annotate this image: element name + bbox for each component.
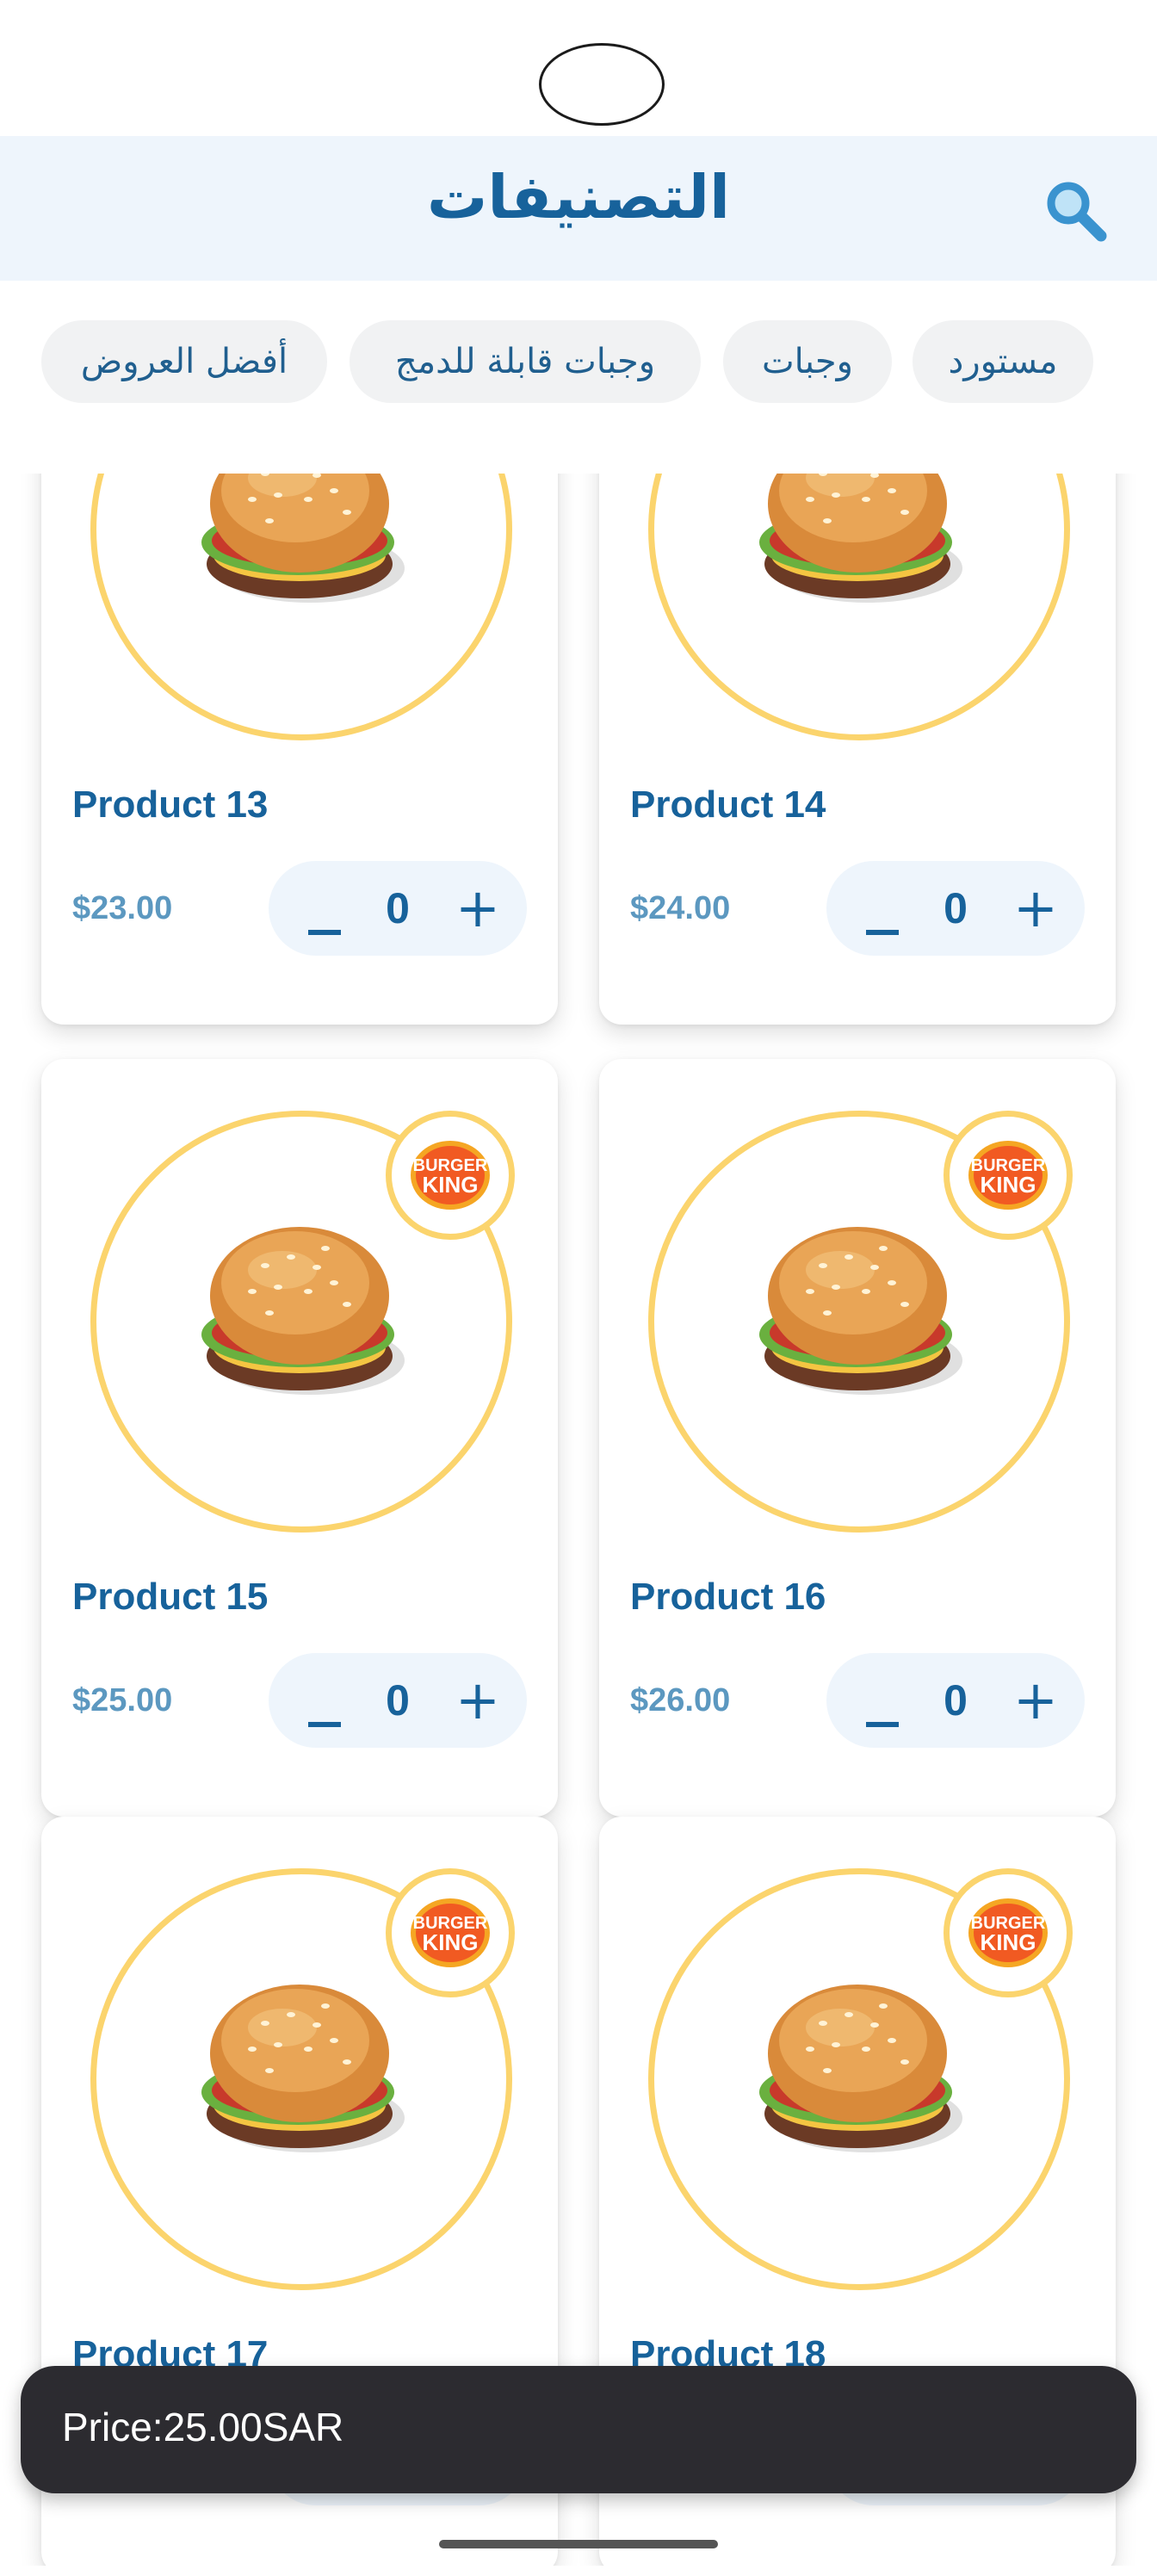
product-card[interactable]: Product 14 $24.00 0 + [599, 474, 1116, 1025]
snackbar-text: Price:25.00SAR [62, 2405, 344, 2449]
quantity-value: 0 [386, 1676, 410, 1725]
chip-imported[interactable]: مستورد [913, 320, 1093, 403]
increase-button[interactable]: + [1004, 1669, 1067, 1732]
product-name: Product 13 [72, 783, 269, 826]
burger-image [201, 1227, 405, 1395]
quantity-stepper: 0 + [269, 1653, 527, 1748]
logo-text-line2: KING [981, 1929, 1036, 1955]
snackbar: Price:25.00SAR [21, 2366, 1136, 2493]
quantity-value: 0 [944, 1676, 968, 1725]
quantity-stepper: 0 + [269, 861, 527, 956]
logo-text-line2: KING [981, 1172, 1036, 1198]
burger-king-logo: BURGER KING [411, 1898, 490, 1967]
front-camera [539, 43, 665, 126]
product-card[interactable]: Product 13 $23.00 0 + [41, 474, 558, 1025]
logo-text-line2: KING [423, 1929, 479, 1955]
category-chips: مستورد وجبات وجبات قابلة للدمج أفضل العر… [0, 320, 1157, 406]
increase-button[interactable]: + [446, 876, 510, 940]
product-grid: Product 13 $23.00 0 + Product 14 $24.00 … [0, 474, 1157, 2566]
search-icon [1047, 182, 1107, 242]
minus-icon [866, 930, 899, 935]
burger-image [759, 1227, 962, 1395]
product-card[interactable]: BURGER KING Product 15 $25.00 0 + [41, 1059, 558, 1817]
burger-king-logo: BURGER KING [968, 1141, 1048, 1210]
minus-icon [308, 930, 341, 935]
burger-image [759, 1985, 962, 2152]
chip-meals[interactable]: وجبات [723, 320, 892, 403]
minus-icon [866, 1722, 899, 1727]
product-price: $26.00 [630, 1682, 731, 1718]
product-name: Product 16 [630, 1576, 826, 1618]
quantity-stepper: 0 + [826, 1653, 1085, 1748]
increase-button[interactable]: + [446, 1669, 510, 1732]
chip-combo-meals[interactable]: وجبات قابلة للدمج [350, 320, 701, 403]
quantity-stepper: 0 + [826, 861, 1085, 956]
decrease-button[interactable] [851, 1669, 911, 1732]
product-price: $25.00 [72, 1682, 173, 1718]
page-title: التصنيفات [427, 162, 730, 232]
product-card[interactable]: BURGER KING Product 16 $26.00 0 + [599, 1059, 1116, 1817]
product-name: Product 15 [72, 1576, 269, 1618]
decrease-button[interactable] [293, 876, 353, 940]
burger-image [201, 474, 405, 603]
minus-icon [308, 1722, 341, 1727]
search-button[interactable] [1037, 172, 1115, 250]
burger-image [201, 1985, 405, 2152]
logo-text-line2: KING [423, 1172, 479, 1198]
screen: التصنيفات مستورد وجبات وجبات قابلة للدمج… [0, 0, 1157, 2576]
home-indicator [439, 2540, 718, 2548]
app-header: التصنيفات [0, 136, 1157, 281]
product-name: Product 14 [630, 783, 826, 826]
product-price: $23.00 [72, 890, 173, 926]
burger-image [759, 474, 962, 603]
product-price: $24.00 [630, 890, 731, 926]
quantity-value: 0 [944, 884, 968, 932]
decrease-button[interactable] [851, 876, 911, 940]
decrease-button[interactable] [293, 1669, 353, 1732]
burger-king-logo: BURGER KING [968, 1898, 1048, 1967]
increase-button[interactable]: + [1004, 876, 1067, 940]
burger-king-logo: BURGER KING [411, 1141, 490, 1210]
chip-best-offers[interactable]: أفضل العروض [41, 320, 327, 403]
quantity-value: 0 [386, 884, 410, 932]
